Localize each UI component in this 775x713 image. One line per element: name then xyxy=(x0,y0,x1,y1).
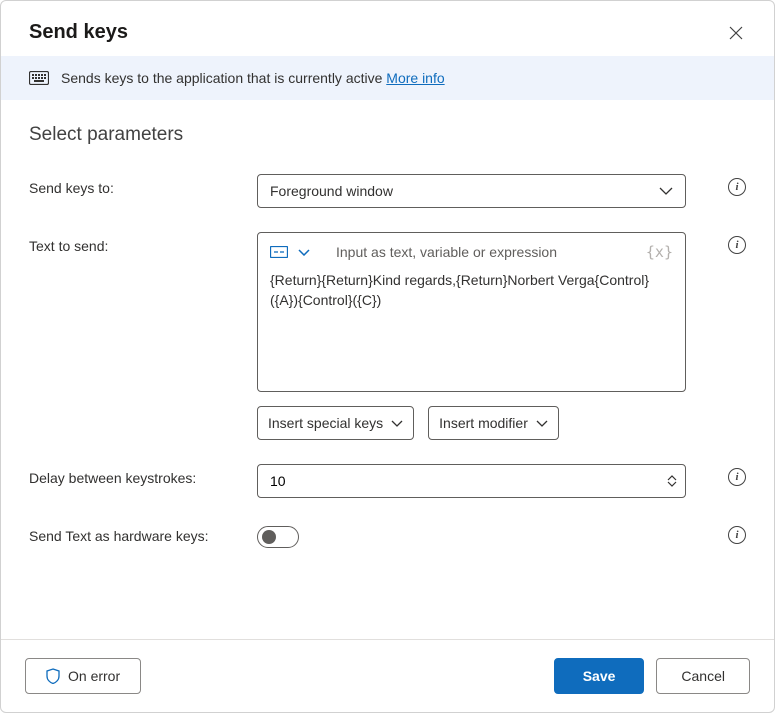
text-mode-icon[interactable] xyxy=(270,246,288,258)
cancel-button[interactable]: Cancel xyxy=(656,658,750,694)
variable-picker-icon[interactable]: {x} xyxy=(646,243,673,261)
text-mode-dropdown[interactable] xyxy=(298,249,310,256)
chevron-down-icon xyxy=(298,249,310,256)
chevron-down-icon xyxy=(667,481,677,487)
dialog-title: Send keys xyxy=(29,21,128,44)
dialog-header: Send keys xyxy=(1,1,774,56)
on-error-button[interactable]: On error xyxy=(25,658,141,694)
send-to-value: Foreground window xyxy=(270,183,393,199)
label-send-to: Send keys to: xyxy=(29,174,257,196)
row-hardware: Send Text as hardware keys: i xyxy=(29,522,746,548)
chevron-down-icon xyxy=(391,420,403,427)
dialog-footer: On error Save Cancel xyxy=(1,639,774,712)
text-to-send-input[interactable]: Input as text, variable or expression {x… xyxy=(257,232,686,392)
row-text-to-send: Text to send: Input as text, variable or… xyxy=(29,232,746,440)
text-to-send-placeholder: Input as text, variable or expression xyxy=(336,244,557,260)
spinner-down-button[interactable] xyxy=(667,481,677,487)
close-button[interactable] xyxy=(726,23,746,43)
info-icon[interactable]: i xyxy=(728,468,746,486)
save-button[interactable]: Save xyxy=(554,658,645,694)
send-to-select[interactable]: Foreground window xyxy=(257,174,686,208)
info-icon[interactable]: i xyxy=(728,236,746,254)
label-text-to-send: Text to send: xyxy=(29,232,257,254)
shield-icon xyxy=(46,668,60,684)
info-banner: Sends keys to the application that is cu… xyxy=(1,56,774,100)
insert-modifier-button[interactable]: Insert modifier xyxy=(428,406,559,440)
close-icon xyxy=(729,26,743,40)
more-info-link[interactable]: More info xyxy=(386,70,444,86)
section-title: Select parameters xyxy=(29,124,746,146)
row-delay: Delay between keystrokes: i xyxy=(29,464,746,498)
keyboard-icon xyxy=(29,71,49,85)
chevron-down-icon xyxy=(659,187,673,195)
dialog-body: Select parameters Send keys to: Foregrou… xyxy=(1,100,774,639)
info-icon[interactable]: i xyxy=(728,526,746,544)
info-icon[interactable]: i xyxy=(728,178,746,196)
row-send-to: Send keys to: Foreground window i xyxy=(29,174,746,208)
text-to-send-value: {Return}{Return}Kind regards,{Return}Nor… xyxy=(270,271,673,310)
delay-input[interactable] xyxy=(270,473,667,489)
banner-text: Sends keys to the application that is cu… xyxy=(61,70,445,86)
delay-spinner[interactable] xyxy=(257,464,686,498)
label-delay: Delay between keystrokes: xyxy=(29,464,257,486)
insert-special-keys-button[interactable]: Insert special keys xyxy=(257,406,414,440)
chevron-down-icon xyxy=(536,420,548,427)
toggle-knob xyxy=(262,530,276,544)
hardware-toggle[interactable] xyxy=(257,526,299,548)
send-keys-dialog: Send keys Sends keys to the application … xyxy=(0,0,775,713)
label-hardware: Send Text as hardware keys: xyxy=(29,522,257,544)
